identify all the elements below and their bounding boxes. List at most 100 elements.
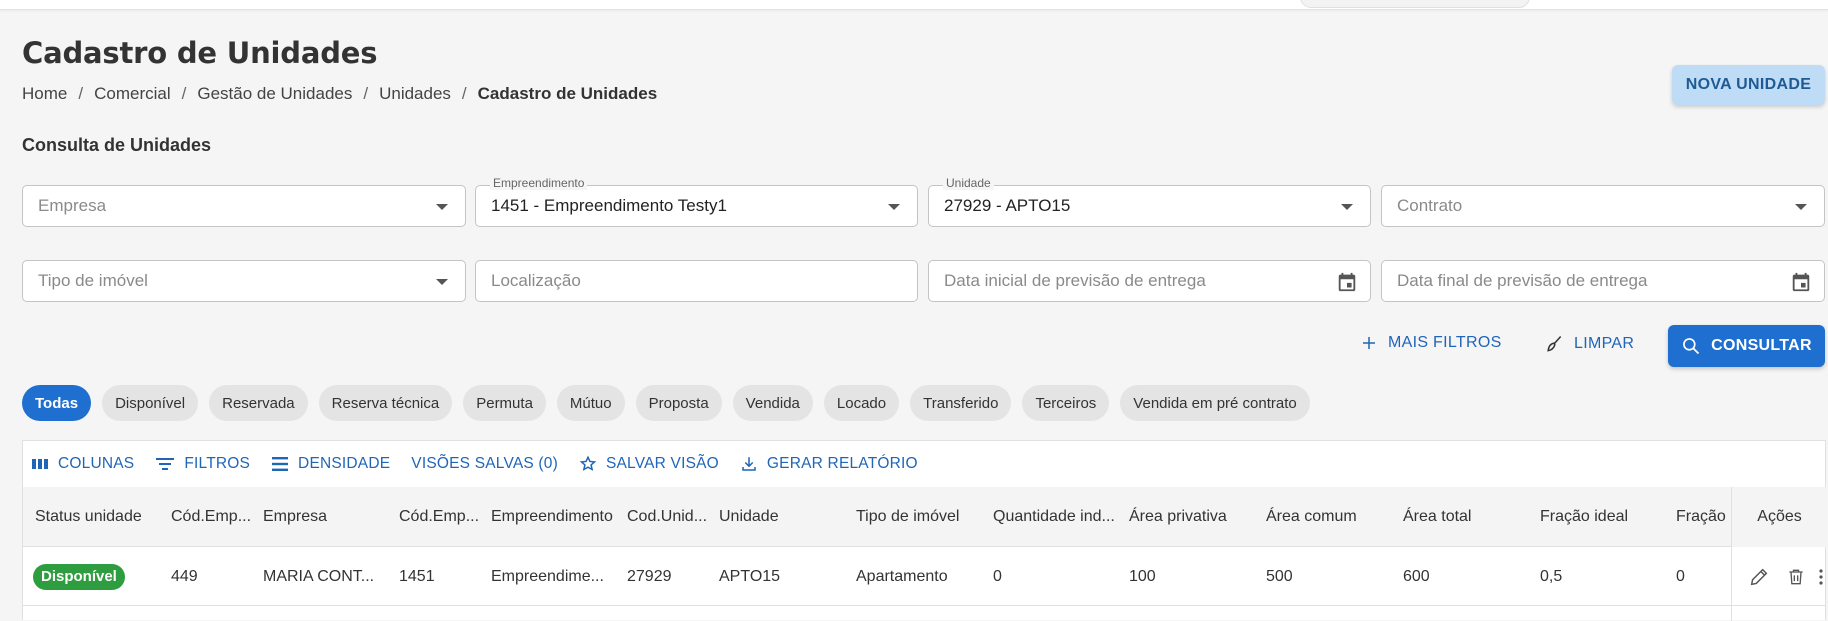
breadcrumb-separator: /: [461, 84, 467, 103]
more-vert-icon[interactable]: [1818, 566, 1824, 588]
column-header-cod-unidade[interactable]: Cod.Unid...: [627, 487, 709, 547]
columns-label: COLUNAS: [58, 455, 135, 472]
chip-mutuo[interactable]: Mútuo: [556, 385, 625, 421]
status-cell: Disponível: [33, 547, 163, 606]
cell-cod-empresa: 449: [171, 567, 198, 585]
column-header-cod-empresa[interactable]: Cód.Emp...: [171, 487, 253, 547]
cell-tipo-imovel: Apartamento: [856, 567, 948, 585]
chip-vendida-pre-contrato[interactable]: Vendida em pré contrato: [1120, 385, 1310, 421]
chip-locado[interactable]: Locado: [823, 385, 900, 421]
save-view-label: SALVAR VISÃO: [605, 455, 719, 472]
breadcrumb-separator: /: [363, 84, 369, 103]
chip-proposta[interactable]: Proposta: [635, 385, 722, 421]
data-final-placeholder: Data final de previsão de entrega: [1397, 271, 1648, 290]
chevron-down-icon: [888, 204, 900, 210]
unidade-label: Unidade: [943, 176, 994, 190]
table-row[interactable]: Disponível 449 MARIA CONT... 1451 Empree…: [23, 547, 1825, 606]
chip-todas[interactable]: Todas: [22, 385, 92, 421]
localizacao-placeholder: Localização: [491, 271, 581, 290]
cell-fracao-ideal: 0,5: [1540, 567, 1563, 585]
chip-terceiros[interactable]: Terceiros: [1022, 385, 1110, 421]
chevron-down-icon: [436, 204, 448, 210]
chip-permuta[interactable]: Permuta: [463, 385, 546, 421]
star-icon: [579, 455, 597, 471]
density-label: DENSIDADE: [298, 455, 391, 472]
top-app-bar: [0, 0, 1828, 10]
chip-reservada[interactable]: Reservada: [209, 385, 308, 421]
chevron-down-icon: [1341, 204, 1353, 210]
chip-reserva-tecnica[interactable]: Reserva técnica: [318, 385, 453, 421]
cell-area-total: 600: [1403, 567, 1430, 585]
breadcrumb-separator: /: [181, 84, 187, 103]
top-search-pill[interactable]: [1300, 0, 1530, 8]
more-filters-label: MAIS FILTROS: [1388, 334, 1502, 351]
new-unit-button[interactable]: NOVA UNIDADE: [1672, 65, 1825, 105]
cell-cod-empreendimento: 1451: [399, 567, 435, 585]
filters-button[interactable]: FILTROS: [155, 455, 250, 473]
chip-disponivel[interactable]: Disponível: [102, 385, 199, 421]
chip-vendida[interactable]: Vendida: [732, 385, 813, 421]
column-header-unidade[interactable]: Unidade: [719, 487, 849, 547]
column-header-tipo-imovel[interactable]: Tipo de imóvel: [856, 487, 986, 547]
data-final-input[interactable]: Data final de previsão de entrega: [1381, 260, 1825, 302]
cell-empresa: MARIA CONT...: [263, 567, 375, 585]
calendar-icon[interactable]: [1790, 271, 1812, 298]
search-section-title: Consulta de Unidades: [22, 135, 212, 155]
clear-label: LIMPAR: [1574, 335, 1635, 352]
empresa-placeholder: Empresa: [38, 196, 107, 215]
column-header-area-total[interactable]: Área total: [1403, 487, 1533, 547]
contrato-placeholder: Contrato: [1397, 196, 1463, 215]
saved-views-label: VISÕES SALVAS (0): [411, 455, 558, 472]
empreendimento-label: Empreendimento: [490, 176, 588, 190]
column-header-fracao-i[interactable]: Fração i: [1676, 487, 1730, 547]
chevron-down-icon: [1795, 204, 1807, 210]
column-header-fracao-ideal[interactable]: Fração ideal: [1540, 487, 1670, 547]
column-header-area-privativa[interactable]: Área privativa: [1129, 487, 1259, 547]
calendar-icon[interactable]: [1336, 271, 1358, 298]
search-button[interactable]: CONSULTAR: [1668, 325, 1825, 367]
column-header-area-comum[interactable]: Área comum: [1266, 487, 1396, 547]
columns-button[interactable]: COLUNAS: [31, 455, 134, 473]
cell-quantidade: 0: [993, 567, 1002, 585]
more-filters-button[interactable]: MAIS FILTROS: [1354, 333, 1508, 353]
breadcrumb-item-comercial[interactable]: Comercial: [94, 84, 171, 104]
tipo-imovel-placeholder: Tipo de imóvel: [38, 271, 148, 290]
column-header-cod-empreendimento[interactable]: Cód.Emp...: [399, 487, 481, 547]
save-view-button[interactable]: SALVAR VISÃO: [579, 455, 719, 473]
search-icon: [1683, 338, 1700, 355]
data-inicial-input[interactable]: Data inicial de previsão de entrega: [928, 260, 1371, 302]
empresa-select[interactable]: Empresa: [22, 185, 466, 227]
filter-icon: [156, 458, 175, 470]
edit-icon[interactable]: [1748, 566, 1770, 593]
cell-area-privativa: 100: [1129, 567, 1156, 585]
empreendimento-select[interactable]: Empreendimento 1451 - Empreendimento Tes…: [475, 176, 918, 227]
delete-icon[interactable]: [1786, 566, 1806, 593]
column-header-empresa[interactable]: Empresa: [263, 487, 393, 547]
generate-report-button[interactable]: GERAR RELATÓRIO: [740, 455, 918, 473]
unidade-value: 27929 - APTO15: [944, 196, 1071, 215]
breadcrumb-item-gestao[interactable]: Gestão de Unidades: [197, 84, 352, 104]
density-button[interactable]: DENSIDADE: [271, 455, 390, 473]
status-filter-chips: Todas Disponível Reservada Reserva técni…: [22, 385, 1310, 421]
chevron-down-icon: [436, 279, 448, 285]
unidade-select[interactable]: Unidade 27929 - APTO15: [928, 176, 1371, 227]
cell-fracao-i: 0: [1676, 567, 1685, 585]
cell-unidade: APTO15: [719, 567, 781, 585]
clear-button[interactable]: LIMPAR: [1538, 333, 1640, 355]
plus-icon: [1363, 337, 1375, 349]
saved-views-button[interactable]: VISÕES SALVAS (0): [411, 455, 558, 473]
status-badge: Disponível: [33, 563, 125, 590]
search-button-label: CONSULTAR: [1711, 337, 1812, 354]
chip-transferido[interactable]: Transferido: [910, 385, 1012, 421]
column-header-empreendimento[interactable]: Empreendimento: [491, 487, 621, 547]
localizacao-input[interactable]: Localização: [475, 260, 918, 302]
contrato-select[interactable]: Contrato: [1381, 185, 1825, 227]
grid-header-row: Status unidade Cód.Emp... Empresa Cód.Em…: [23, 487, 1825, 547]
breadcrumb-item-unidades[interactable]: Unidades: [379, 84, 451, 104]
broom-icon: [1547, 336, 1562, 352]
breadcrumb-item-home[interactable]: Home: [22, 84, 67, 104]
column-header-quantidade[interactable]: Quantidade ind...: [993, 487, 1123, 547]
column-header-status[interactable]: Status unidade: [35, 487, 163, 547]
page-title: Cadastro de Unidades: [22, 36, 378, 70]
tipo-imovel-select[interactable]: Tipo de imóvel: [22, 260, 466, 302]
